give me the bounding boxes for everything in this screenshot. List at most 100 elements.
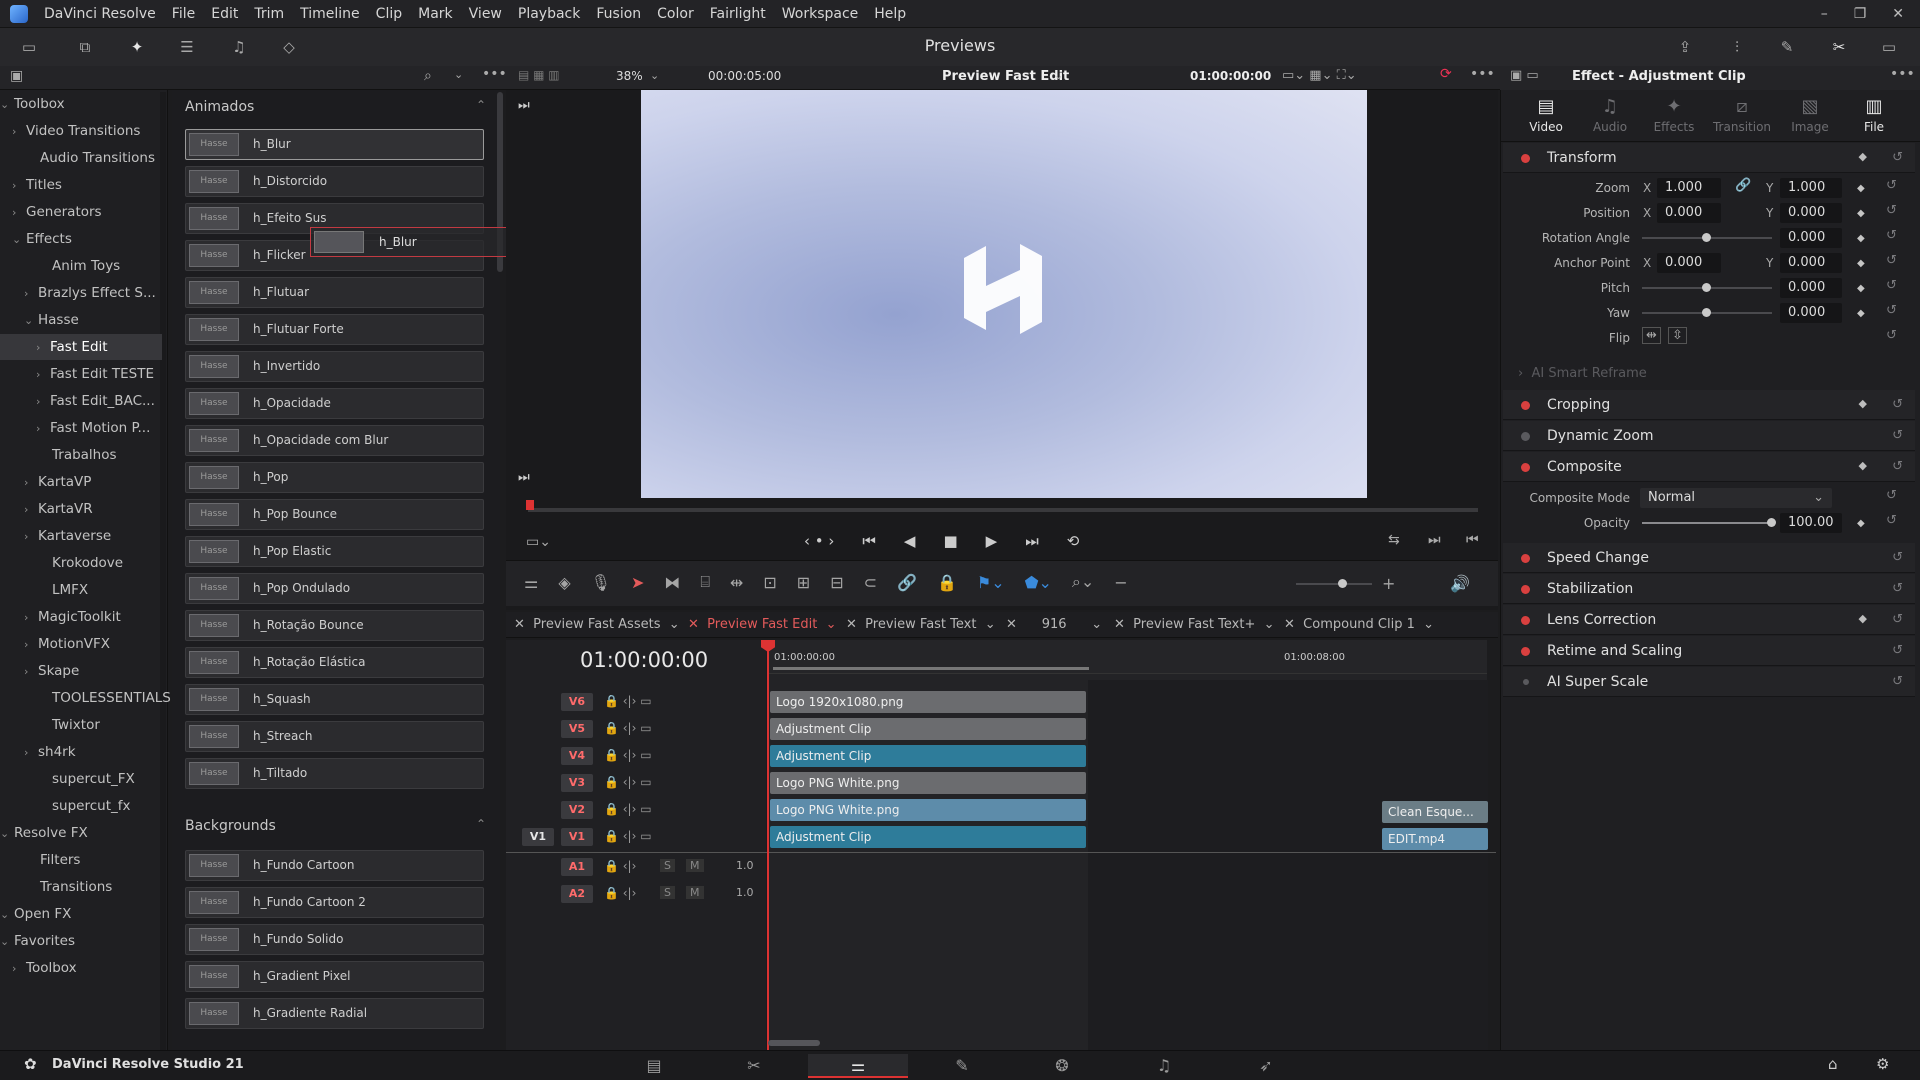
reset-icon[interactable]: ↺ bbox=[1892, 581, 1903, 596]
link-icon[interactable]: 🔗 bbox=[897, 573, 917, 592]
keyframe-icon[interactable]: ◆ bbox=[1859, 612, 1867, 625]
retime-section[interactable]: Retime and Scaling ↺ bbox=[1503, 636, 1915, 666]
reset-icon[interactable]: ↺ bbox=[1886, 488, 1897, 503]
mixer-icon[interactable]: ⫶ bbox=[1724, 36, 1750, 58]
tab-file[interactable]: ▥ File bbox=[1844, 96, 1904, 134]
dynamic-zoom-section[interactable]: Dynamic Zoom ↺ bbox=[1503, 421, 1915, 451]
reset-icon[interactable]: ↺ bbox=[1892, 397, 1903, 412]
bypass-icon[interactable]: ⟳ bbox=[1440, 66, 1452, 82]
reset-icon[interactable]: ↺ bbox=[1886, 178, 1897, 193]
jump-end-icon[interactable]: ⏭ bbox=[518, 470, 530, 485]
track-controls-icon[interactable]: 🔒 ‹|› ▭ bbox=[604, 748, 652, 762]
keyframe-icon[interactable]: ◆ bbox=[1857, 208, 1865, 219]
stabilization-enable-toggle[interactable] bbox=[1521, 585, 1530, 594]
tree-arrow-icon[interactable]: › bbox=[12, 956, 26, 982]
ai-super-scale-section[interactable]: AI Super Scale ↺ bbox=[1503, 667, 1915, 697]
tree-item[interactable]: › Fast Edit bbox=[0, 334, 162, 360]
tree-item[interactable]: LMFX bbox=[38, 577, 88, 603]
tab-transition[interactable]: ⧄ Transition bbox=[1712, 96, 1772, 134]
reset-icon[interactable]: ↺ bbox=[1886, 278, 1897, 293]
track-label[interactable]: V6 bbox=[561, 693, 593, 711]
tree-arrow-icon[interactable]: › bbox=[24, 605, 38, 631]
home-icon[interactable]: ⌂ bbox=[1828, 1055, 1838, 1073]
tree-item[interactable]: ⌄ Open FX bbox=[0, 901, 71, 927]
timeline-view-icon[interactable]: ⚌ bbox=[524, 573, 538, 592]
tree-scrollbar[interactable] bbox=[160, 92, 166, 1052]
yaw-slider-knob[interactable] bbox=[1702, 308, 1711, 317]
cropping-section[interactable]: Cropping ◆ ↺ bbox=[1503, 390, 1915, 420]
dynamic-zoom-enable-toggle[interactable] bbox=[1521, 432, 1530, 441]
anchor-y-field[interactable]: 0.000 bbox=[1780, 253, 1842, 273]
cut-page-icon[interactable]: ✂ bbox=[704, 1054, 804, 1078]
viewer-more-icon[interactable]: ••• bbox=[1470, 66, 1495, 82]
reset-icon[interactable]: ↺ bbox=[1886, 513, 1897, 528]
tree-item[interactable]: Anim Toys bbox=[38, 253, 120, 279]
effect-item[interactable]: Hasse h_Fundo Cartoon bbox=[185, 850, 484, 881]
effect-item[interactable]: Hasse h_Rotação Elástica bbox=[185, 647, 484, 678]
color-icon[interactable]: ◈ bbox=[558, 573, 570, 592]
keyframe-icon[interactable]: ◆ bbox=[1857, 283, 1865, 294]
mute-button[interactable]: M bbox=[686, 886, 704, 899]
fusion-page-icon[interactable]: ✎ bbox=[912, 1054, 1012, 1078]
menu-trim[interactable]: Trim bbox=[246, 6, 292, 22]
play-reverse-icon[interactable]: ◀ bbox=[904, 532, 916, 550]
dynamic-trim-icon[interactable]: ⇹ bbox=[730, 573, 743, 592]
ai-smart-reframe[interactable]: › AI Smart Reframe bbox=[1518, 366, 1647, 381]
pitch-field[interactable]: 0.000 bbox=[1780, 278, 1842, 298]
reset-icon[interactable]: ↺ bbox=[1886, 203, 1897, 218]
tree-arrow-icon[interactable]: ⌄ bbox=[12, 227, 26, 253]
tree-arrow-icon[interactable]: ⌄ bbox=[0, 929, 14, 955]
reset-icon[interactable]: ↺ bbox=[1892, 643, 1903, 658]
tree-arrow-icon[interactable]: › bbox=[12, 119, 26, 145]
mute-button[interactable]: M bbox=[686, 859, 704, 872]
settings-gear-icon[interactable]: ⚙ bbox=[1876, 1055, 1889, 1073]
panel-toggle-icon[interactable]: ▣ bbox=[10, 68, 23, 84]
track-label[interactable]: V2 bbox=[561, 801, 593, 819]
more-options-icon[interactable]: ••• bbox=[482, 66, 507, 82]
tree-item[interactable]: › sh4rk bbox=[24, 739, 76, 765]
menu-clip[interactable]: Clip bbox=[368, 6, 410, 22]
keyframe-icon[interactable]: ◆ bbox=[1857, 518, 1865, 529]
zoom-in-icon[interactable]: + bbox=[1382, 574, 1395, 593]
reset-icon[interactable]: ↺ bbox=[1886, 253, 1897, 268]
collapse-icon[interactable]: ⌃ bbox=[476, 817, 486, 831]
tree-item[interactable]: Filters bbox=[26, 847, 80, 873]
replace-clip-icon[interactable]: ⊟ bbox=[830, 573, 843, 592]
tab-audio[interactable]: ♫ Audio bbox=[1580, 96, 1640, 134]
inspector-more-icon[interactable]: ••• bbox=[1890, 66, 1915, 82]
go-start-icon[interactable]: ⏮ bbox=[1466, 532, 1479, 548]
reset-icon[interactable]: ↺ bbox=[1892, 612, 1903, 627]
tree-arrow-icon[interactable]: › bbox=[24, 281, 38, 307]
go-end-icon[interactable]: ⏭ bbox=[1428, 532, 1441, 548]
speed-change-enable-toggle[interactable] bbox=[1521, 554, 1530, 563]
track-label[interactable]: V5 bbox=[561, 720, 593, 738]
timeline-clip[interactable]: Logo PNG White.png bbox=[770, 799, 1086, 821]
last-frame-icon[interactable]: ⏭ bbox=[1025, 532, 1039, 550]
menu-fusion[interactable]: Fusion bbox=[588, 6, 649, 22]
effect-item[interactable]: Hasse h_Squash bbox=[185, 684, 484, 715]
opacity-field[interactable]: 100.00 bbox=[1780, 513, 1842, 533]
voiceover-icon[interactable]: 🎙 bbox=[591, 573, 611, 592]
keyframe-icon[interactable]: ◆ bbox=[1859, 397, 1867, 410]
collapse-icon[interactable]: ⌃ bbox=[476, 98, 486, 112]
effect-item[interactable]: Hasse h_Streach bbox=[185, 721, 484, 752]
link-zoom-icon[interactable]: 🔗 bbox=[1735, 178, 1751, 193]
tree-item[interactable]: Trabalhos bbox=[38, 442, 117, 468]
composite-enable-toggle[interactable] bbox=[1521, 463, 1530, 472]
volume-icon[interactable]: 🔊 bbox=[1450, 574, 1470, 593]
menu-workspace[interactable]: Workspace bbox=[774, 6, 867, 22]
reset-icon[interactable]: ↺ bbox=[1886, 303, 1897, 318]
tree-item[interactable]: supercut_FX bbox=[38, 766, 135, 792]
audio-track-controls-icon[interactable]: 🔒 ‹|› bbox=[604, 886, 636, 900]
tree-arrow-icon[interactable]: › bbox=[12, 173, 26, 199]
overwrite-clip-icon[interactable]: ⊞ bbox=[797, 573, 810, 592]
lens-correction-section[interactable]: Lens Correction ◆ ↺ bbox=[1503, 605, 1915, 635]
tree-item[interactable]: › Kartaverse bbox=[24, 523, 111, 549]
tree-arrow-icon[interactable]: › bbox=[36, 416, 50, 442]
viewer-layout-icon[interactable]: ▤ ▦ ▥ bbox=[518, 68, 560, 82]
minimize-icon[interactable]: – bbox=[1821, 6, 1828, 22]
effect-item[interactable]: Hasse h_Flutuar bbox=[185, 277, 484, 308]
tree-arrow-icon[interactable]: › bbox=[24, 740, 38, 766]
select-tool-icon[interactable]: ➤ bbox=[631, 573, 644, 592]
far-clip-clean[interactable]: Clean Esque... bbox=[1382, 801, 1488, 823]
